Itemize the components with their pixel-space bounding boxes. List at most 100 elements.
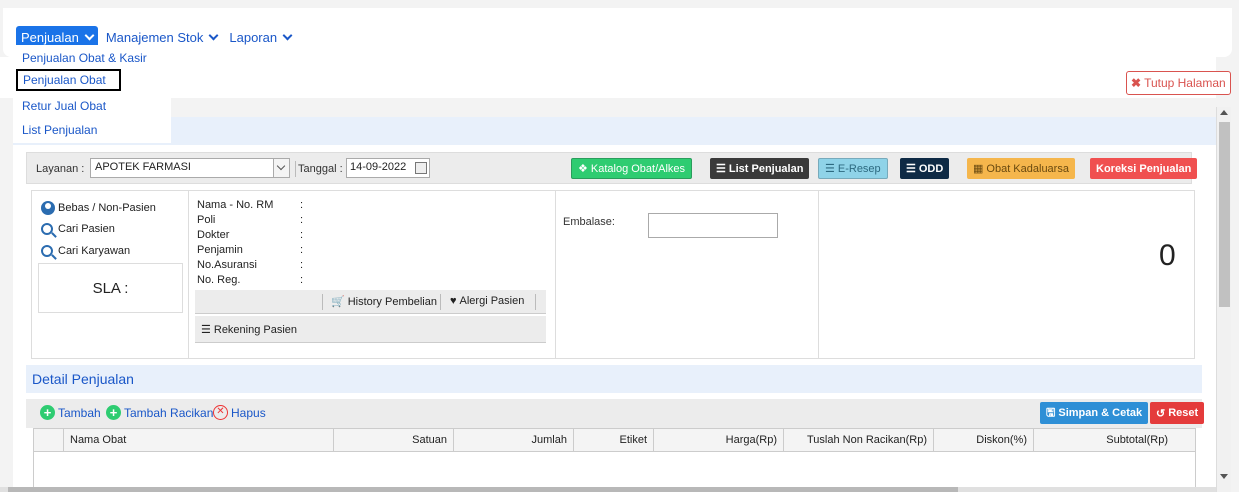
menu-item-list-penjualan[interactable]: List Penjualan [22, 123, 97, 137]
total-amount: 0 [1159, 239, 1176, 272]
sla-box: SLA : [38, 263, 183, 313]
tambah-racikan-label: Tambah Racikan [124, 405, 214, 420]
tambah-racikan-button[interactable]: + Tambah Racikan [106, 405, 213, 420]
list-penjualan-label: List Penjualan [728, 162, 804, 175]
cari-karyawan-option[interactable]: Cari Karyawan [41, 245, 130, 257]
reset-button[interactable]: ↺ Reset [1150, 402, 1205, 424]
close-icon: ✖ [1131, 76, 1142, 90]
column-header-harga[interactable]: Harga(Rp) [654, 429, 784, 452]
layanan-label: Layanan : [36, 163, 85, 175]
katalog-label: Katalog Obat/Alkes [590, 162, 686, 175]
top-navbar: Penjualan Manajemen Stok Laporan [3, 8, 1232, 57]
column-header-diskon[interactable]: Diskon(%) [934, 429, 1034, 452]
close-page-button[interactable]: ✖ Tutup Halaman [1126, 71, 1231, 95]
vertical-scrollbar[interactable] [1216, 107, 1231, 492]
layanan-select[interactable]: APOTEK FARMASI [90, 158, 290, 178]
column-header-subtotal[interactable]: Subtotal(Rp) [1034, 429, 1174, 452]
field-poli: Poli [197, 214, 216, 226]
chevron-down-icon [282, 30, 293, 41]
field-no-reg: No. Reg. [197, 274, 241, 286]
embalase-input[interactable] [648, 213, 778, 238]
tambah-button[interactable]: + Tambah [40, 405, 101, 420]
simpan-label: Simpan & Cetak [1058, 407, 1143, 419]
column-header-select [34, 429, 64, 452]
hapus-button[interactable]: ✕ Hapus [213, 405, 266, 420]
scrollbar-thumb[interactable] [1219, 122, 1230, 307]
nav-laporan-label: Laporan [229, 30, 278, 45]
horizontal-scrollbar[interactable] [0, 487, 1216, 492]
katalog-obat-button[interactable]: ❖ Katalog Obat/Alkes [571, 158, 693, 179]
colon: : [300, 244, 304, 256]
plus-circle-icon: + [106, 405, 121, 420]
scroll-up-icon[interactable] [1220, 110, 1228, 115]
save-icon: 🖫 [1046, 406, 1056, 419]
chevron-down-icon [208, 30, 219, 41]
rekening-label: Rekening Pasien [213, 323, 298, 336]
cari-karyawan-label: Cari Karyawan [58, 245, 131, 257]
bebas-label: Bebas / Non-Pasien [58, 202, 156, 214]
detail-penjualan-header: Detail Penjualan [26, 365, 1202, 393]
calendar-icon: ▦ [973, 163, 984, 175]
scroll-down-icon[interactable] [1220, 474, 1228, 479]
heartbeat-icon: ♥ [450, 295, 457, 307]
patient-info-box: Bebas / Non-Pasien Cari Pasien Cari Kary… [31, 190, 1195, 359]
patient-details-column: Nama - No. RM : Poli : Dokter : Penjamin… [189, 191, 556, 358]
alergi-pasien-button[interactable]: ♥ Alergi Pasien [450, 295, 524, 307]
rekening-bar: ☰ Rekening Pasien [195, 316, 546, 343]
tanggal-value: 14-09-2022 [350, 161, 407, 173]
menu-item-penjualan-obat-kasir[interactable]: Penjualan Obat & Kasir [22, 51, 147, 65]
menu-item-penjualan-obat[interactable]: Penjualan Obat [16, 69, 121, 91]
cari-pasien-label: Cari Pasien [58, 223, 115, 235]
nav-laporan[interactable]: Laporan [225, 26, 295, 49]
history-label: History Pembelian [347, 295, 437, 308]
simpan-cetak-button[interactable]: 🖫 Simpan & Cetak [1040, 402, 1149, 424]
obat-kadaluarsa-button[interactable]: ▦ Obat Kadaluarsa [967, 158, 1075, 179]
column-header-jumlah[interactable]: Jumlah [454, 429, 574, 452]
divider [535, 294, 536, 310]
table-header: Nama Obat Satuan Jumlah Etiket Harga(Rp)… [34, 429, 1195, 452]
heartbeat-icon: ❖ [578, 163, 588, 175]
cari-pasien-option[interactable]: Cari Pasien [41, 223, 115, 235]
colon: : [300, 229, 304, 241]
detail-table: Nama Obat Satuan Jumlah Etiket Harga(Rp)… [33, 428, 1196, 492]
embalase-column: Embalase: [556, 191, 819, 358]
nav-penjualan-label: Penjualan [21, 30, 79, 45]
field-no-asuransi: No.Asuransi [197, 259, 257, 271]
bebas-non-pasien-option[interactable]: Bebas / Non-Pasien [41, 201, 156, 215]
list-penjualan-button[interactable]: ☰ List Penjualan [710, 158, 810, 179]
rekening-pasien-button[interactable]: ☰ Rekening Pasien [201, 323, 298, 337]
colon: : [300, 274, 304, 286]
divider [440, 294, 441, 310]
e-resep-button[interactable]: ☰ E-Resep [818, 158, 888, 179]
column-header-tuslah[interactable]: Tuslah Non Racikan(Rp) [784, 429, 934, 452]
scrollbar-thumb[interactable] [8, 487, 958, 492]
list-icon: ☰ [716, 163, 726, 175]
field-dokter: Dokter [197, 229, 230, 241]
search-icon [41, 223, 53, 235]
column-header-satuan[interactable]: Satuan [334, 429, 454, 452]
colon: : [300, 199, 304, 211]
tanggal-input[interactable]: 14-09-2022 [346, 158, 430, 178]
koreksi-label: Koreksi Penjualan [1096, 162, 1192, 175]
column-header-etiket[interactable]: Etiket [574, 429, 654, 452]
koreksi-penjualan-button[interactable]: Koreksi Penjualan [1090, 158, 1198, 179]
history-pembelian-button[interactable]: 🛒 History Pembelian [331, 295, 437, 309]
page-header-band [0, 57, 1216, 98]
main-panel: Layanan : APOTEK FARMASI Tanggal : 14-09… [13, 145, 1216, 492]
user-icon [41, 201, 55, 215]
odd-label: ODD [918, 162, 944, 175]
column-header-nama-obat[interactable]: Nama Obat [64, 429, 334, 452]
patient-type-column: Bebas / Non-Pasien Cari Pasien Cari Kary… [32, 191, 189, 358]
reset-label: Reset [1168, 407, 1199, 419]
section-band [13, 117, 1216, 145]
e-resep-label: E-Resep [837, 162, 881, 175]
search-icon [41, 245, 53, 257]
tambah-label: Tambah [58, 405, 101, 420]
patient-action-bar: 🛒 History Pembelian ♥ Alergi Pasien [195, 290, 546, 314]
undo-icon: ↺ [1156, 407, 1166, 420]
odd-button[interactable]: ☰ ODD [900, 158, 950, 179]
field-nama-rm: Nama - No. RM [197, 199, 274, 211]
menu-item-retur-jual-obat[interactable]: Retur Jual Obat [22, 99, 106, 113]
calendar-icon[interactable] [415, 162, 427, 174]
detail-penjualan-title: Detail Penjualan [32, 371, 134, 387]
